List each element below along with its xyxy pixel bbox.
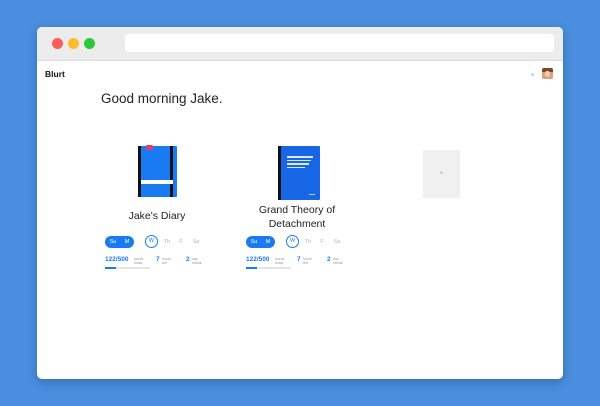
journal-cover-theory[interactable] [278, 146, 320, 200]
day-friday[interactable]: F [315, 236, 329, 248]
streak-caption: day streak [333, 257, 343, 265]
day-thursday[interactable]: Th [301, 236, 315, 248]
bookmark-ribbon-icon [146, 145, 153, 150]
streak-value: 2 [327, 256, 331, 263]
word-count-caption: words today [134, 257, 144, 265]
day-sunday[interactable]: Su [247, 236, 261, 248]
brand-logo[interactable]: Blurt [45, 69, 65, 79]
day-monday[interactable]: M [120, 236, 134, 248]
day-wednesday[interactable]: W [145, 235, 158, 248]
word-progress-bar [246, 267, 291, 269]
day-saturday[interactable]: Sa [189, 236, 203, 248]
browser-window: Blurt Good morning Jake. Jake's Diary Su… [37, 27, 563, 379]
journal-stats: 122/500 words today 7 hours left 2 day s… [105, 256, 225, 272]
journal-title[interactable]: Grand Theory of Detachment [242, 203, 352, 231]
word-count: 122/500 [246, 256, 270, 263]
word-count: 122/500 [105, 256, 129, 263]
day-monday[interactable]: M [261, 236, 275, 248]
greeting-heading: Good morning Jake. [101, 91, 223, 106]
minimize-window-button[interactable] [68, 38, 79, 49]
day-sunday[interactable]: Su [106, 236, 120, 248]
streak-caption: day streak [192, 257, 202, 265]
plus-icon: + [439, 171, 444, 177]
address-bar[interactable] [125, 34, 554, 52]
journal-title[interactable]: Jake's Diary [107, 209, 207, 223]
streak-value: 2 [186, 256, 190, 263]
journal-cover-diary[interactable] [138, 145, 177, 197]
hours-left-value: 7 [156, 256, 160, 263]
word-progress-fill [246, 267, 257, 269]
weekday-tracker: Su M W Th F Sa [105, 235, 215, 248]
notification-dot-icon [531, 73, 534, 76]
day-saturday[interactable]: Sa [330, 236, 344, 248]
day-wednesday[interactable]: W [286, 235, 299, 248]
maximize-window-button[interactable] [84, 38, 95, 49]
add-journal-button[interactable]: + [423, 150, 460, 198]
word-count-caption: words today [275, 257, 285, 265]
hours-left-caption: hours left [162, 257, 171, 265]
window-titlebar [37, 27, 563, 61]
hours-left-caption: hours left [303, 257, 312, 265]
day-friday[interactable]: F [174, 236, 188, 248]
avatar[interactable] [542, 68, 553, 79]
day-thursday[interactable]: Th [160, 236, 174, 248]
journal-stats: 122/500 words today 7 hours left 2 day s… [246, 256, 366, 272]
close-window-button[interactable] [52, 38, 63, 49]
weekday-tracker: Su M W Th F Sa [246, 235, 356, 248]
word-progress-bar [105, 267, 150, 269]
word-progress-fill [105, 267, 116, 269]
hours-left-value: 7 [297, 256, 301, 263]
